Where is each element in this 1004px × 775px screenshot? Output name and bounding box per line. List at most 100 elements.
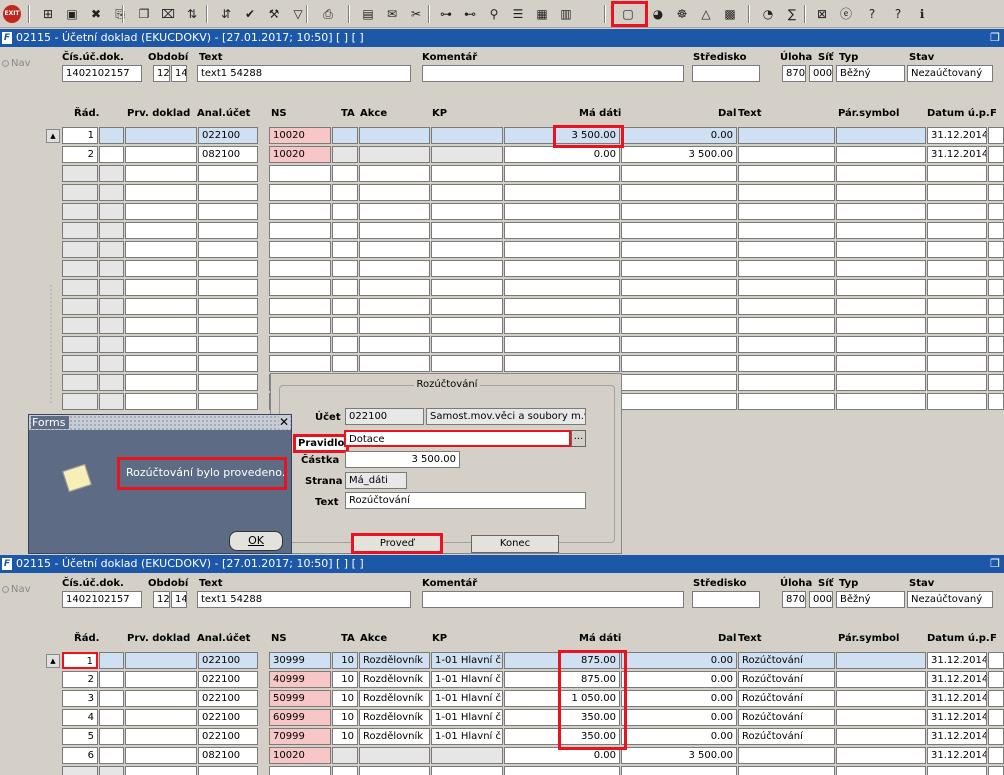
empty-cell[interactable] [621, 279, 737, 296]
cell-rad[interactable]: 1 [62, 652, 98, 669]
empty-cell[interactable] [359, 222, 430, 239]
empty-cell[interactable] [836, 184, 926, 201]
empty-cell[interactable] [927, 336, 987, 353]
cell-kp[interactable] [431, 146, 503, 163]
field-sit[interactable]: 000 [809, 65, 833, 82]
empty-cell[interactable] [927, 241, 987, 258]
empty-cell[interactable] [62, 184, 98, 201]
empty-cell[interactable] [125, 336, 197, 353]
konec-button[interactable]: Konec [471, 535, 559, 553]
field-stredisko[interactable] [692, 591, 760, 608]
empty-cell[interactable] [927, 184, 987, 201]
empty-cell[interactable] [125, 260, 197, 277]
empty-cell[interactable] [62, 222, 98, 239]
empty-cell[interactable] [927, 222, 987, 239]
cell-datum[interactable]: 31.12.2014 [927, 652, 987, 669]
empty-cell[interactable] [621, 355, 737, 372]
clear-icon[interactable]: ⌧ [158, 4, 178, 24]
empty-cell[interactable] [621, 203, 737, 220]
empty-cell[interactable] [738, 222, 835, 239]
cell-par[interactable] [836, 146, 926, 163]
cell-anal[interactable]: 022100 [198, 709, 258, 726]
empty-cell[interactable] [836, 766, 926, 775]
field-text[interactable]: text1 54288 [197, 591, 411, 608]
empty-cell[interactable] [62, 393, 98, 410]
cell-prv[interactable] [99, 747, 124, 764]
cell-datum[interactable]: 31.12.2014 [927, 671, 987, 688]
cell-kp[interactable] [431, 747, 503, 764]
cell-kp[interactable]: 1-01 Hlavní či [431, 652, 503, 669]
cell-ns[interactable]: 10020 [269, 747, 331, 764]
cell-kp[interactable]: 1-01 Hlavní či [431, 690, 503, 707]
field-stav[interactable]: Nezaúčtovaný [907, 65, 993, 82]
empty-cell[interactable] [198, 374, 258, 391]
field-obdobi-m[interactable]: 12 [153, 591, 170, 608]
cell-dal[interactable]: 0.00 [621, 671, 737, 688]
cell-par[interactable] [836, 709, 926, 726]
empty-cell[interactable] [62, 203, 98, 220]
cell-ma[interactable]: 0.00 [504, 146, 620, 163]
cell-rad[interactable]: 2 [62, 146, 98, 163]
copy-record-icon[interactable]: ⎘ [110, 4, 130, 24]
cell-text[interactable] [738, 127, 835, 144]
empty-cell[interactable] [988, 222, 1004, 239]
empty-cell[interactable] [125, 184, 197, 201]
empty-cell[interactable] [99, 222, 124, 239]
empty-cell[interactable] [62, 336, 98, 353]
empty-cell[interactable] [621, 393, 737, 410]
empty-cell[interactable] [504, 298, 620, 315]
empty-cell[interactable] [836, 279, 926, 296]
cell-ta[interactable] [332, 146, 358, 163]
delete-record-icon[interactable]: ✖ [86, 4, 106, 24]
text-field[interactable]: Rozúčtování [345, 492, 586, 509]
empty-cell[interactable] [198, 766, 258, 775]
empty-cell[interactable] [359, 260, 430, 277]
empty-cell[interactable] [62, 298, 98, 315]
window-icon[interactable]: ⊠ [812, 4, 832, 24]
cell-text[interactable]: Rozúčtování [738, 690, 835, 707]
empty-cell[interactable] [431, 260, 503, 277]
empty-cell[interactable] [359, 279, 430, 296]
empty-cell[interactable] [99, 336, 124, 353]
empty-cell[interactable] [125, 298, 197, 315]
cell-extra[interactable] [988, 690, 1004, 707]
empty-cell[interactable] [988, 374, 1004, 391]
duplicate-icon[interactable]: ❐ [134, 4, 154, 24]
empty-cell[interactable] [359, 355, 430, 372]
cell-akce[interactable]: Rozdělovník [359, 728, 430, 745]
accept-icon[interactable]: ✔ [240, 4, 260, 24]
grid-icon[interactable]: ▦ [532, 4, 552, 24]
empty-cell[interactable] [836, 374, 926, 391]
empty-cell[interactable] [988, 260, 1004, 277]
empty-cell[interactable] [269, 766, 331, 775]
help-icon[interactable]: ? [862, 4, 882, 24]
cell-text[interactable] [738, 146, 835, 163]
empty-cell[interactable] [504, 184, 620, 201]
empty-cell[interactable] [927, 203, 987, 220]
empty-cell[interactable] [738, 336, 835, 353]
empty-cell[interactable] [359, 766, 430, 775]
empty-cell[interactable] [198, 317, 258, 334]
empty-cell[interactable] [431, 241, 503, 258]
document-export-icon[interactable]: ▥ [556, 4, 576, 24]
empty-cell[interactable] [269, 203, 331, 220]
empty-cell[interactable] [269, 241, 331, 258]
context-help-icon[interactable]: ? [888, 4, 908, 24]
cell-dal[interactable]: 3 500.00 [621, 146, 737, 163]
cell-par[interactable] [836, 747, 926, 764]
cell-dal[interactable]: 0.00 [621, 652, 737, 669]
cell-datum[interactable]: 31.12.2014 [927, 728, 987, 745]
restore-icon[interactable]: ❐ [990, 29, 1000, 47]
empty-cell[interactable] [359, 203, 430, 220]
empty-cell[interactable] [99, 393, 124, 410]
sort-asc-icon[interactable]: ⇅ [182, 4, 202, 24]
empty-cell[interactable] [504, 279, 620, 296]
empty-cell[interactable] [738, 260, 835, 277]
field-komentar[interactable] [422, 591, 684, 608]
print-icon[interactable]: ⎙ [318, 4, 338, 24]
empty-cell[interactable] [988, 165, 1004, 182]
empty-cell[interactable] [62, 355, 98, 372]
save-icon[interactable]: ▣ [62, 4, 82, 24]
empty-cell[interactable] [738, 165, 835, 182]
empty-cell[interactable] [198, 260, 258, 277]
